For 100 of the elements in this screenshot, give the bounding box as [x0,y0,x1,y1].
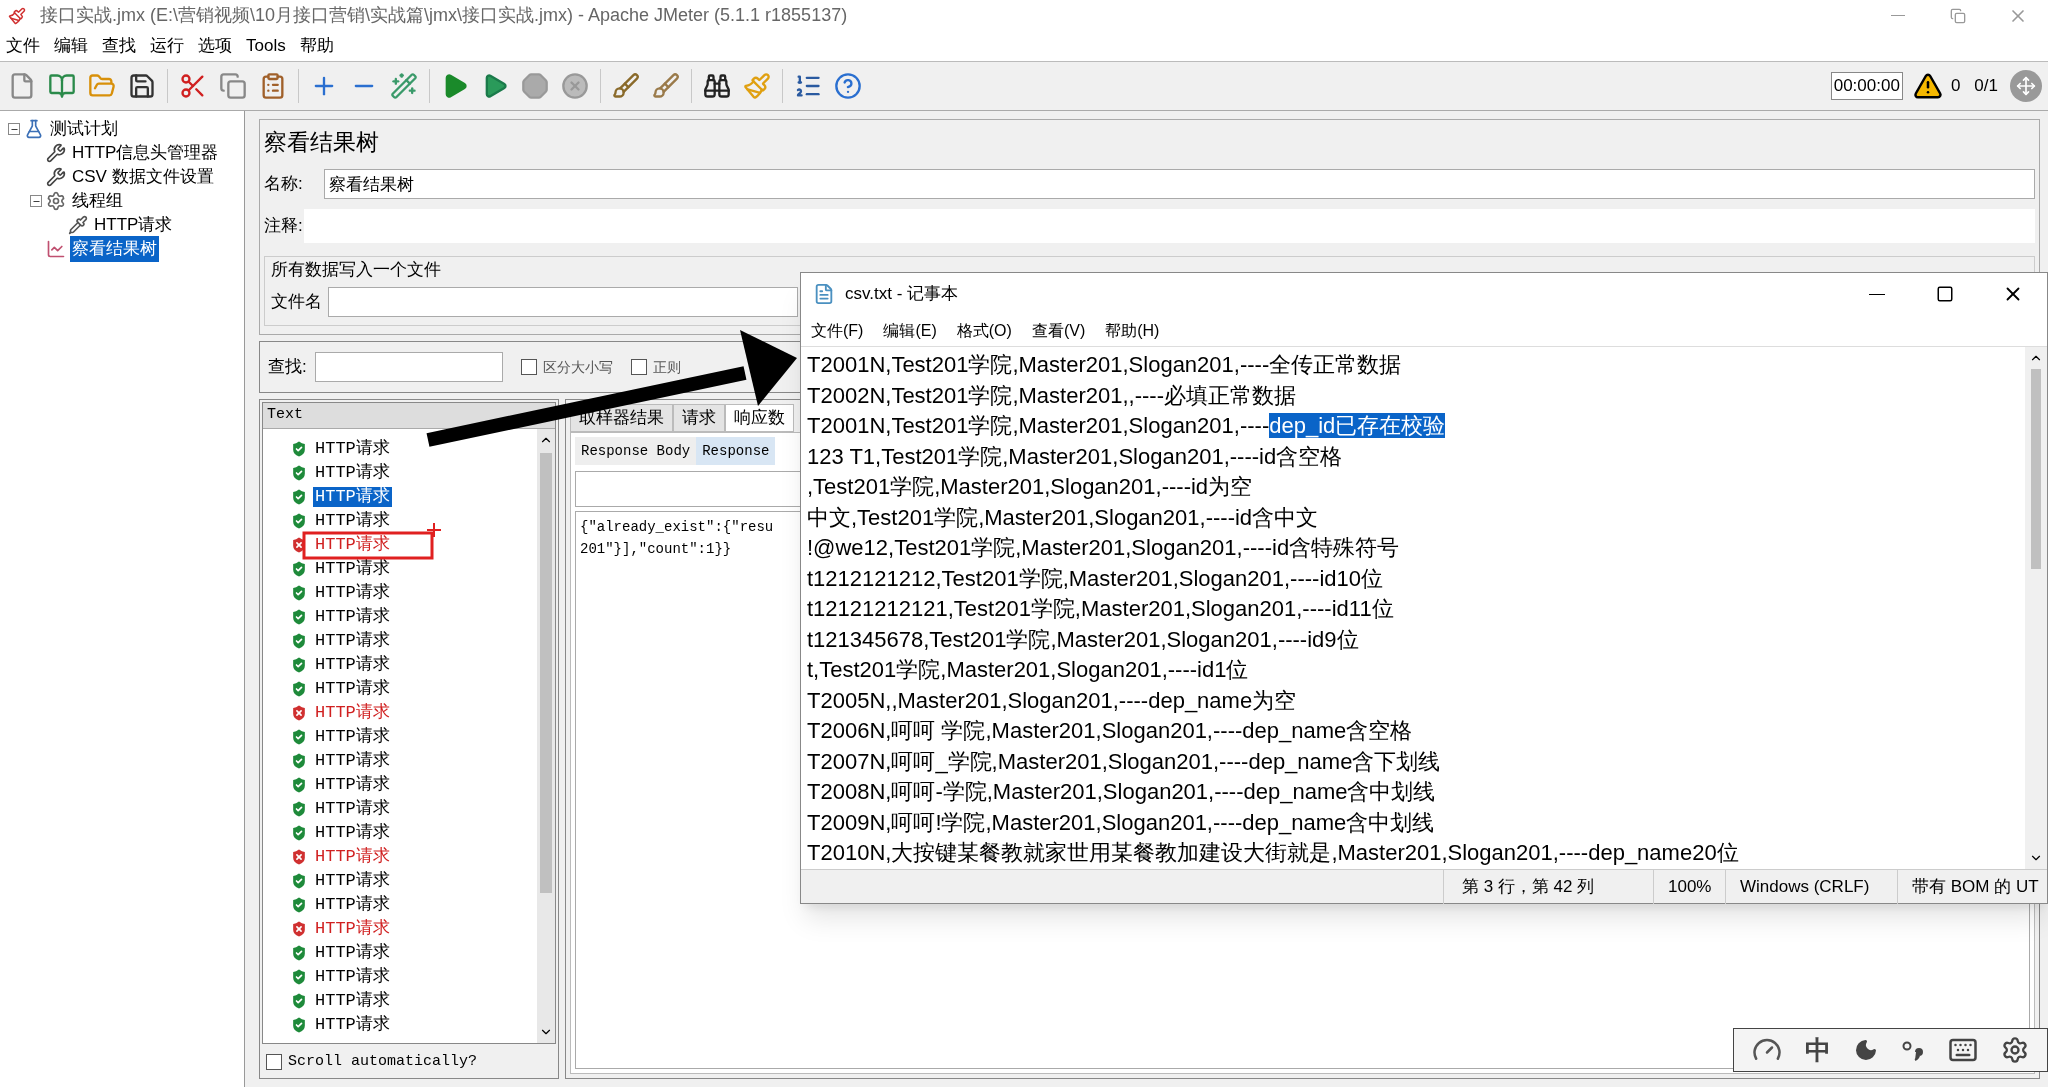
flask-icon [24,119,44,139]
text-line: T2008N,呵呵-学院,Master201,Slogan201,----dep_name含中划线 [807,778,1437,806]
wrench-icon [46,143,66,163]
result-item[interactable]: HTTP请求 [313,871,392,891]
result-item[interactable]: HTTP请求 [313,799,392,819]
response-text: 201"}],"count":1}} [580,540,732,559]
result-item[interactable]: HTTP请求 [313,943,392,963]
menu-item[interactable]: 文件 [6,33,40,59]
checkbox[interactable] [630,359,647,375]
response-text: {"already_exist":{"resu [580,518,774,537]
text-line: ,Test201学院,Master201,Slogan201,----id为空 [807,473,1254,501]
scrollbar[interactable] [2025,347,2047,869]
result-item[interactable]: HTTP请求 [313,631,392,651]
tab[interactable]: Response [696,437,776,465]
result-item[interactable]: HTTP请求 [313,511,392,531]
menu-item[interactable]: 查看(V) [1031,318,1086,343]
result-item[interactable]: HTTP请求 [313,919,392,939]
status-text: 100% [1653,869,1725,904]
gear-icon [46,191,66,211]
notepad-icon [813,283,835,305]
restore-icon [1950,7,1966,24]
result-item[interactable]: HTTP请求 [313,463,392,483]
warning-count: 0 [1950,75,1961,98]
text-line: T2007N,呵呵_学院,Master201,Slogan201,----dep_name含下划线 [807,747,1442,776]
text-line: T2001N,Test201学院,Master201,Slogan201,----全传正常数据 [807,351,1403,379]
tree-item[interactable]: HTTP信息头管理器 [70,140,221,166]
search-field[interactable] [314,352,503,382]
scrollbar[interactable] [537,429,555,1043]
warning-icon [1912,71,1943,101]
result-item[interactable]: HTTP请求 [313,727,392,747]
result-item[interactable]: HTTP请求 [313,775,392,795]
filename-field[interactable] [328,287,798,317]
menu-item[interactable]: 编辑(E) [883,318,937,343]
scroll-thumb[interactable] [2031,369,2041,569]
search-label: 查找: [268,356,307,379]
name-field[interactable]: 察看结果树 [324,169,2035,199]
window-title: csv.txt - 记事本 [845,283,958,306]
tab[interactable]: 响应数 [725,404,794,432]
menu-item[interactable]: 编辑 [54,33,88,59]
text-line: T2010N,大按键某餐教就家世用某餐教加建设大街就是,Master201,Slogan201,----dep_name20位 [807,839,1740,867]
result-item[interactable]: HTTP请求 [313,607,392,627]
tab[interactable]: 请求 [673,404,725,432]
group-legend: 所有数据写入一个文件 [271,257,2028,285]
comment-label: 注释: [264,215,304,238]
checkbox-label: Scroll automatically? [288,1051,478,1072]
minimize-icon [1869,293,1885,295]
result-item[interactable]: HTTP请求 [313,1015,392,1035]
text-line: 中文,Test201学院,Master201,Slogan201,----id含中文 [807,503,1320,532]
result-item[interactable]: HTTP请求 [313,559,392,579]
result-item[interactable]: HTTP请求 [313,991,392,1011]
tab[interactable]: Response Body [575,437,697,465]
text-line: !@we12,Test201学院,Master201,Slogan201,----id含特殊符号 [807,534,1401,562]
menu-item[interactable]: 文件(F) [811,318,864,343]
minimize-icon [1891,15,1905,16]
move-icon[interactable] [2010,70,2042,102]
result-item[interactable]: HTTP请求 [313,823,392,843]
result-item[interactable]: HTTP请求 [313,583,392,603]
menu-item[interactable]: 选项 [198,33,232,59]
name-label: 名称: [264,173,304,196]
result-item[interactable]: HTTP请求 [313,655,392,675]
checkbox[interactable] [520,359,537,375]
pipette-icon [68,215,88,235]
menu-item[interactable]: 帮助(H) [1105,318,1160,343]
menu-item[interactable]: 运行 [150,33,184,59]
menu-item[interactable]: 格式(O) [956,318,1012,343]
result-item[interactable]: HTTP请求 [313,703,392,723]
menu-item[interactable]: Tools [246,33,286,59]
collapse-toggle[interactable] [8,123,20,135]
tree-item[interactable]: 察看结果树 [70,236,159,262]
checkbox-label: 区分大小写 [542,357,613,377]
tree-item[interactable]: 测试计划 [48,116,120,142]
scroll-thumb[interactable] [540,453,552,893]
tree-item[interactable]: HTTP请求 [92,212,175,238]
text-line: T2002N,Test201学院,Master201,,----必填正常数据 [807,381,1298,410]
result-item[interactable]: HTTP请求 [313,895,392,915]
maximize-icon [1936,285,1954,303]
result-item[interactable]: HTTP请求 [313,967,392,987]
result-item[interactable]: HTTP请求 [313,439,392,459]
thread-count: 0/1 [1974,75,1998,98]
input-mode[interactable]: 中 [1804,1030,1831,1070]
result-item[interactable]: HTTP请求 [313,751,392,771]
text-line: t1212121212,Test201学院,Master201,Slogan201,----id10位 [807,564,1385,593]
result-item[interactable]: HTTP请求 [313,847,392,867]
timer-field: 00:00:00 [1830,72,1903,100]
filename-label: 文件名 [271,291,322,314]
text-line: t121345678,Test201学院,Master201,Slogan201,----id9位 [807,625,1360,654]
result-item[interactable]: HTTP请求 [313,679,392,699]
settings-icon[interactable] [2001,1036,2030,1064]
text-line: T2005N,,Master201,Slogan201,----dep_name为空 [807,686,1298,715]
checkbox[interactable] [266,1054,282,1070]
menu-item[interactable]: 帮助 [299,33,334,59]
collapse-toggle[interactable] [30,195,42,207]
tree-item[interactable]: 线程组 [70,188,125,214]
text-line: 123 T1,Test201学院,Master201,Slogan201,----id含空格 [807,442,1344,471]
text-line: t12121212121,Test201学院,Master201,Slogan201,----id11位 [807,595,1395,623]
result-item[interactable]: HTTP请求 [313,487,392,507]
menu-item[interactable]: 查找 [102,33,136,59]
status-text: 带有 BOM 的 UT [1897,869,2047,904]
chart-icon [46,239,66,259]
tree-item[interactable]: CSV 数据文件设置 [70,164,216,190]
